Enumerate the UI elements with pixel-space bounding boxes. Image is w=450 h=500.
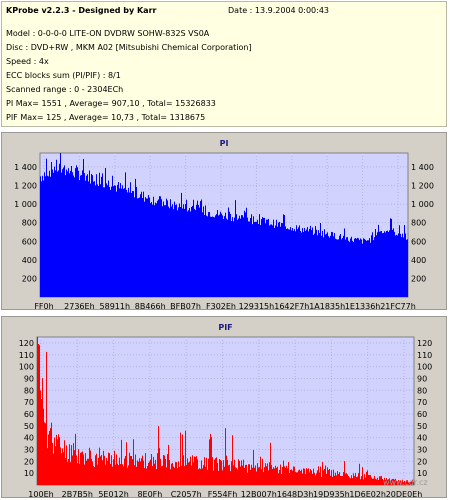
pif-ytick-right: 40 [417, 434, 427, 443]
pi-chart-panel: PI 200 200 400 400 600 600 800 800 1 000 1 000 1 20… [1, 132, 447, 310]
pif-ytick-right: 30 [417, 445, 427, 454]
info-panel: KProbe v2.2.3 - Designed by Karr Date : … [1, 1, 447, 127]
pi-xtick: 2736Eh [64, 302, 94, 309]
pi-ytick-left: 1 000 [14, 200, 37, 209]
pif-xtick: 20DE0Eh [386, 490, 423, 497]
pif-ytick-left: 30 [24, 445, 34, 454]
watermark: www.cdr.cz [383, 478, 428, 487]
pif-xtick: C2057h [171, 490, 202, 497]
pif-stats-line: PIF Max= 125 , Average= 10,73 , Total= 1… [6, 113, 206, 122]
pi-chart: PI 200 200 400 400 600 600 800 800 1 000 1 000 1 20… [14, 139, 434, 309]
pi-stats-line: PI Max= 1551 , Average= 907,10 , Total= … [6, 99, 216, 108]
ecc-line: ECC blocks sum (PI/PIF) : 8/1 [6, 71, 121, 80]
pi-ytick-right: 800 [411, 219, 426, 228]
pi-xtick: 58911h [100, 302, 131, 309]
pif-ytick-left: 80 [24, 386, 34, 395]
pi-ytick-right: 600 [411, 237, 426, 246]
pif-ytick-right: 120 [417, 339, 432, 348]
pif-xtick: 100Eh [28, 490, 53, 497]
pi-xtick: 129315h [239, 302, 275, 309]
pif-ytick-right: 50 [417, 422, 427, 431]
pif-xtick: 12B007h [241, 490, 277, 497]
pif-ytick-right: 110 [417, 351, 432, 360]
app-title: KProbe v2.2.3 - Designed by Karr [6, 6, 157, 15]
pif-ytick-left: 110 [19, 351, 34, 360]
pi-xtick: 1A1835h [309, 302, 345, 309]
range-line: Scanned range : 0 - 2304ECh [6, 85, 124, 94]
speed-line: Speed : 4x [6, 57, 49, 66]
pif-ytick-right: 20 [417, 457, 427, 466]
disc-line: Disc : DVD+RW , MKM A02 [Mitsubishi Chem… [6, 43, 252, 52]
pif-xtick: 19D935h [313, 490, 350, 497]
pi-ytick-right: 1 000 [411, 200, 434, 209]
pi-chart-title: PI [220, 139, 229, 148]
pif-chart-panel: PIF 10 10 20 20 30 30 40 40 50 50 60 60 70 70 80 80 90 90 1… [1, 316, 447, 498]
pif-ytick-left: 10 [24, 469, 34, 478]
pi-xtick: FF0h [34, 302, 53, 309]
pi-ytick-right: 1 400 [411, 163, 434, 172]
pif-ytick-left: 120 [19, 339, 34, 348]
pif-chart: PIF 10 10 20 20 30 30 40 40 50 50 60 60 70 70 80 80 90 90 1… [19, 323, 433, 497]
pi-ytick-left: 1 200 [14, 182, 37, 191]
pif-ytick-left: 90 [24, 374, 34, 383]
pi-ytick-left: 200 [22, 274, 37, 283]
scan-date: Date : 13.9.2004 0:00:43 [228, 6, 329, 15]
pif-ytick-right: 90 [417, 374, 427, 383]
pi-xtick: 1E1336h [345, 302, 381, 309]
pif-ytick-left: 40 [24, 434, 34, 443]
pif-ytick-left: 20 [24, 457, 34, 466]
pi-ytick-left: 600 [22, 237, 37, 246]
pi-ytick-right: 200 [411, 274, 426, 283]
pif-xtick: 1D6E02h [349, 490, 386, 497]
pi-ytick-left: 800 [22, 219, 37, 228]
pif-ytick-left: 100 [19, 363, 34, 372]
pif-ytick-right: 10 [417, 469, 427, 478]
pif-xtick: 5E012h [98, 490, 128, 497]
pi-ytick-left: 400 [22, 256, 37, 265]
pif-xtick: 2B7B5h [62, 490, 93, 497]
pif-ytick-left: 70 [24, 398, 34, 407]
pi-ytick-left: 1 400 [14, 163, 37, 172]
pi-xtick: 1642F7h [274, 302, 309, 309]
pif-chart-title: PIF [218, 323, 232, 332]
pif-ytick-right: 60 [417, 410, 427, 419]
pif-xtick: 8E0Fh [137, 490, 162, 497]
pi-xtick: F302Eh [206, 302, 236, 309]
pi-xtick: 8B466h [135, 302, 166, 309]
pi-ytick-right: 400 [411, 256, 426, 265]
model-line: Model : 0-0-0-0 LITE-ON DVDRW SOHW-832S … [6, 29, 210, 38]
pif-ytick-right: 70 [417, 398, 427, 407]
pi-xtick: BFB07h [170, 302, 201, 309]
pif-xtick: F554Fh [208, 490, 238, 497]
pif-ytick-left: 60 [24, 410, 34, 419]
pif-xtick: 1648D3h [277, 490, 314, 497]
pif-ytick-right: 100 [417, 363, 432, 372]
pif-ytick-left: 50 [24, 422, 34, 431]
pi-xtick: 21FC77h [380, 302, 416, 309]
pif-ytick-right: 80 [417, 386, 427, 395]
pi-ytick-right: 1 200 [411, 182, 434, 191]
